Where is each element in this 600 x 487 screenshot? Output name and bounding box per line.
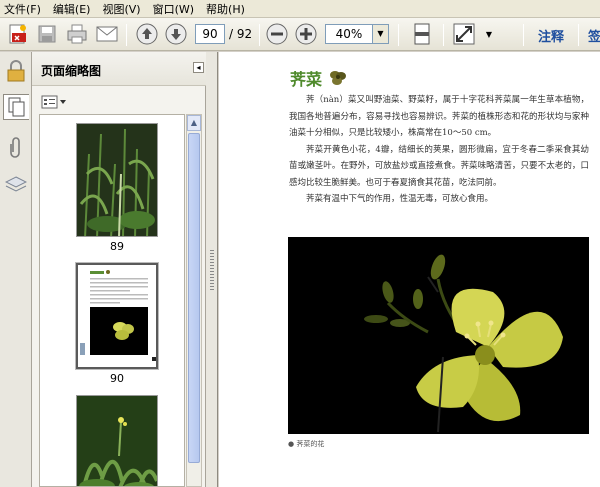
pages-icon xyxy=(8,97,24,117)
zoom-out-button[interactable] xyxy=(265,22,289,46)
chevron-down-icon: ▼ xyxy=(485,29,493,39)
heading-text: 荠菜 xyxy=(290,70,323,89)
previous-page-button[interactable] xyxy=(135,22,159,46)
thumbnail-image xyxy=(76,123,158,237)
yellow-flower-image xyxy=(288,237,589,434)
menu-file[interactable]: 文件(F) xyxy=(4,1,41,17)
document-paragraph: 荠菜有温中下气的作用，性温无毒，可放心食用。 xyxy=(306,194,494,204)
sign-button[interactable]: 签 xyxy=(588,26,600,45)
next-page-button[interactable] xyxy=(164,22,188,46)
toolbar-separator xyxy=(523,24,524,46)
menu-edit[interactable]: 编辑(E) xyxy=(53,1,91,17)
save-button[interactable] xyxy=(35,22,59,46)
menu-window[interactable]: 窗口(W) xyxy=(153,1,194,17)
layers-icon xyxy=(5,176,27,192)
thumbnail-page-label: 89 xyxy=(110,240,124,253)
panel-splitter[interactable] xyxy=(206,52,218,487)
plant-photo-thumbnail xyxy=(77,124,157,236)
thumbnail-panel: 页面缩略图 ◂ 89 90 ▲ xyxy=(32,52,206,487)
layers-button[interactable] xyxy=(3,172,29,198)
print-button[interactable] xyxy=(64,22,90,46)
arrow-up-icon xyxy=(136,23,158,45)
document-body: 荠（nàn）菜又叫野油菜、野菜籽，属于十字花科荠菜属一年生草本植物，我国各地普遍… xyxy=(289,92,589,208)
print-icon xyxy=(67,24,87,44)
page-thumbnails-button[interactable] xyxy=(3,94,29,120)
menu-help[interactable]: 帮助(H) xyxy=(206,1,245,17)
zoom-dropdown-button[interactable]: ▼ xyxy=(373,24,389,44)
plus-icon xyxy=(295,23,317,45)
panel-header: 页面缩略图 ◂ xyxy=(32,52,206,86)
page-90-thumbnail xyxy=(78,265,156,367)
email-icon xyxy=(96,26,118,42)
flower-icon xyxy=(330,71,347,85)
document-paragraph: 荠（nàn）菜又叫野油菜、野菜籽，属于十字花科荠菜属一年生草本植物，我国各地普遍… xyxy=(289,95,589,138)
toolbar-separator xyxy=(126,24,127,46)
arrow-down-icon xyxy=(165,23,187,45)
flower-photo xyxy=(288,237,589,434)
toolbar-separator xyxy=(259,24,260,46)
zoom-input[interactable]: 40% xyxy=(325,24,373,44)
document-heading: 荠菜 xyxy=(290,66,348,90)
thumbnail-image xyxy=(76,395,158,486)
chevron-down-icon: ▼ xyxy=(377,29,384,38)
fit-page-icon xyxy=(414,23,430,45)
paperclip-icon xyxy=(10,137,20,158)
panel-collapse-button[interactable]: ◂ xyxy=(193,62,204,73)
minus-icon xyxy=(266,23,288,45)
thumbnail-page-89[interactable]: 89 xyxy=(76,123,158,253)
lock-icon xyxy=(7,60,25,82)
security-button[interactable] xyxy=(3,58,29,84)
thumbnail-image-selected xyxy=(76,263,158,369)
menu-bar: 文件(F) 编辑(E) 视图(V) 窗口(W) 帮助(H) xyxy=(0,0,600,18)
scrollbar-thumb[interactable] xyxy=(188,133,200,463)
thumbnail-page-label: 90 xyxy=(110,372,124,385)
thumbnail-scrollbar[interactable]: ▲ xyxy=(186,114,202,487)
page-total: / 92 xyxy=(229,27,253,41)
options-menu-icon xyxy=(41,95,66,109)
zoom-in-button[interactable] xyxy=(294,22,318,46)
plant-photo-thumbnail xyxy=(77,396,157,486)
thumbnail-page-90[interactable]: 90 xyxy=(76,263,158,385)
toolbar: 90 / 92 40% ▼ ▼ 注释 签 xyxy=(0,18,600,51)
scroll-up-button[interactable]: ▲ xyxy=(187,115,201,131)
fit-page-button[interactable] xyxy=(408,22,436,46)
document-paragraph: 荠菜开黄色小花，4瓣，结细长的荚果，圆形微扁，宜于冬春二季采食其幼苗或嫩茎叶。在… xyxy=(289,144,589,188)
toolbar-separator xyxy=(578,24,579,46)
chevron-left-icon: ◂ xyxy=(196,63,201,72)
toolbar-options-dropdown[interactable]: ▼ xyxy=(482,22,496,46)
toolbar-separator xyxy=(398,24,399,46)
comment-button[interactable]: 注释 xyxy=(538,26,564,45)
email-button[interactable] xyxy=(94,22,120,46)
create-pdf-button[interactable] xyxy=(6,22,30,46)
menu-view[interactable]: 视图(V) xyxy=(102,1,140,17)
photo-caption: ● 荠菜的花 xyxy=(288,440,325,448)
thumbnail-list[interactable]: 89 90 xyxy=(39,114,185,487)
thumbnail-page-91[interactable]: 91 xyxy=(76,395,158,486)
save-icon xyxy=(38,25,56,43)
create-pdf-icon xyxy=(9,24,26,44)
toolbar-separator xyxy=(443,24,444,46)
splitter-grip xyxy=(209,249,214,290)
full-screen-button[interactable] xyxy=(451,22,477,46)
chevron-up-icon: ▲ xyxy=(190,118,198,127)
navigation-icon-strip xyxy=(0,52,32,487)
page-number-input[interactable]: 90 xyxy=(195,24,225,44)
document-view[interactable]: 荠菜 荠（nàn）菜又叫野油菜、野菜籽，属于十字花科荠菜属一年生草本植物，我国各… xyxy=(219,52,600,487)
attachments-button[interactable] xyxy=(3,134,29,160)
panel-title: 页面缩略图 xyxy=(41,64,102,78)
thumbnail-options-button[interactable] xyxy=(41,94,67,110)
expand-icon xyxy=(453,23,475,45)
